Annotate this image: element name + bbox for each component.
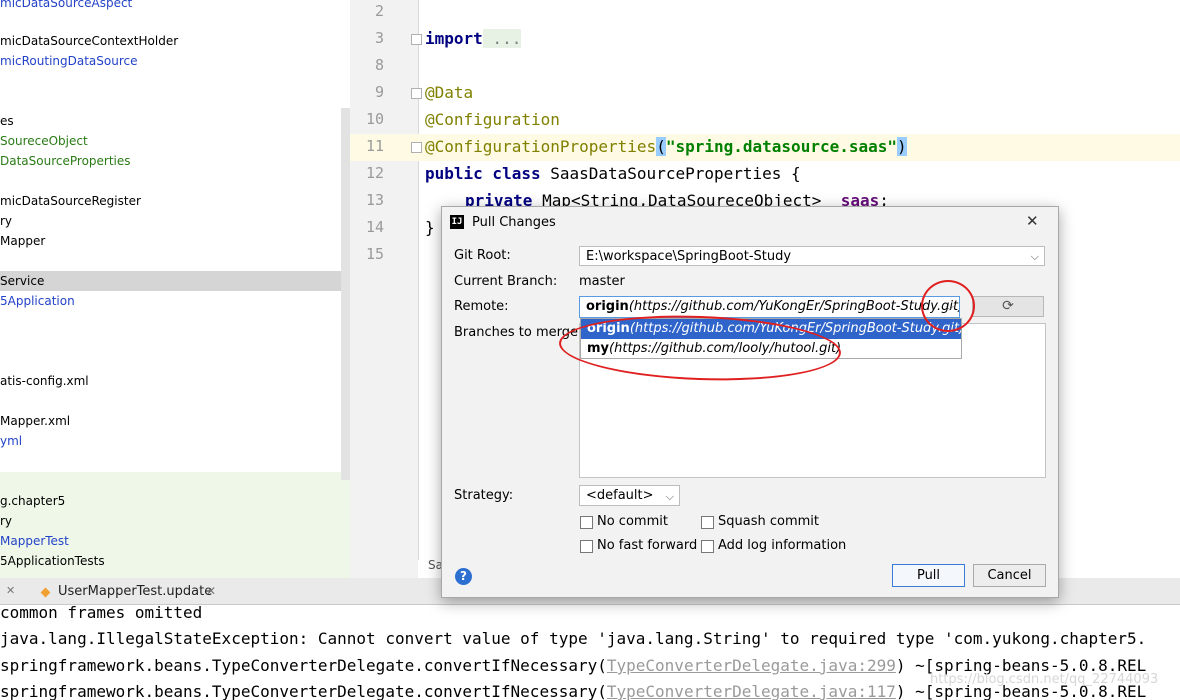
class-decl: SaasDataSourceProperties { bbox=[540, 164, 801, 183]
git-root-value: E:\workspace\SpringBoot-Study bbox=[586, 249, 792, 264]
line-number: 8 bbox=[374, 56, 384, 74]
current-branch-label: Current Branch: bbox=[454, 274, 558, 289]
line-number: 12 bbox=[365, 164, 384, 182]
tree-item[interactable]: yml bbox=[0, 431, 341, 451]
strategy-select[interactable]: <default> ⌵ bbox=[579, 485, 680, 506]
line-number: 3 bbox=[374, 29, 384, 47]
strategy-value: <default> bbox=[586, 488, 654, 503]
tree-item[interactable]: Mapper bbox=[0, 231, 341, 251]
line-number: 9 bbox=[374, 83, 384, 101]
squash-commit-label[interactable]: Squash commit bbox=[718, 514, 819, 529]
string-literal: "spring.datasource.saas" bbox=[665, 137, 898, 156]
keyword: public class bbox=[425, 164, 541, 183]
folded-imports[interactable]: ... bbox=[482, 29, 522, 48]
console-line: common frames omitted bbox=[0, 605, 203, 622]
pull-button[interactable]: Pull bbox=[892, 564, 965, 587]
no-fast-forward-checkbox[interactable] bbox=[580, 540, 593, 553]
tree-item-selected[interactable]: Service bbox=[0, 271, 341, 291]
code-line-annotation: @Data bbox=[425, 83, 474, 102]
git-root-select[interactable]: E:\workspace\SpringBoot-Study ⌵ bbox=[579, 246, 1045, 266]
remote-url: (https://github.com/YuKongEr/SpringBoot-… bbox=[628, 299, 960, 314]
help-icon[interactable]: ? bbox=[455, 568, 472, 585]
tree-item[interactable]: atis-config.xml bbox=[0, 371, 341, 391]
tree-item[interactable]: micRoutingDataSource bbox=[0, 51, 341, 71]
fold-icon[interactable] bbox=[411, 88, 422, 99]
dialog-title: Pull Changes bbox=[472, 215, 556, 230]
tree-item[interactable]: micDataSourceRegister bbox=[0, 191, 341, 211]
annotation: @ConfigurationProperties bbox=[425, 137, 657, 156]
tree-item[interactable]: Mapper.xml bbox=[0, 411, 341, 431]
code-line-import: import ... bbox=[425, 25, 522, 52]
code-line-closing: } bbox=[425, 218, 435, 237]
no-fast-forward-label[interactable]: No fast forward bbox=[597, 538, 697, 553]
project-tree: micDataSourceAspect micDataSourceContext… bbox=[0, 0, 350, 578]
line-number: 10 bbox=[365, 110, 384, 128]
tree-item[interactable]: MapperTest bbox=[0, 531, 341, 551]
squash-commit-checkbox[interactable] bbox=[701, 516, 714, 529]
no-commit-label[interactable]: No commit bbox=[597, 514, 668, 529]
console-line: java.lang.IllegalStateException: Cannot … bbox=[0, 629, 1147, 648]
line-number: 11 bbox=[365, 137, 384, 155]
pull-changes-dialog: IJ Pull Changes ✕ Git Root: E:\workspace… bbox=[441, 206, 1059, 598]
strategy-label: Strategy: bbox=[454, 488, 514, 503]
close-icon[interactable]: ✕ bbox=[6, 584, 15, 597]
code-line-annotation: @Configuration bbox=[425, 110, 560, 129]
paren: ( bbox=[656, 137, 666, 156]
line-number: 13 bbox=[365, 191, 384, 209]
tree-item[interactable]: 5Application bbox=[0, 291, 341, 311]
tree-item[interactable]: SoureceObject bbox=[0, 131, 341, 151]
tree-item[interactable]: ry bbox=[0, 511, 341, 531]
close-icon[interactable]: ✕ bbox=[1026, 212, 1039, 230]
refresh-button[interactable]: ⟳ bbox=[972, 296, 1044, 317]
close-icon[interactable]: ✕ bbox=[206, 584, 216, 598]
remote-name: origin bbox=[586, 299, 629, 314]
tree-item[interactable]: ry bbox=[0, 211, 341, 231]
source-link[interactable]: TypeConverterDelegate.java:117 bbox=[607, 682, 896, 700]
cancel-button[interactable]: Cancel bbox=[973, 564, 1046, 587]
source-link[interactable]: TypeConverterDelegate.java:299 bbox=[607, 656, 896, 675]
fold-icon[interactable] bbox=[411, 34, 422, 45]
chevron-down-icon: ⌵ bbox=[1030, 250, 1039, 263]
no-commit-checkbox[interactable] bbox=[580, 516, 593, 529]
tree-item[interactable]: micDataSourceAspect bbox=[0, 0, 341, 13]
console-text: springframework.beans.TypeConverterDeleg… bbox=[0, 682, 607, 700]
tab-run-config[interactable]: UserMapperTest.update bbox=[58, 584, 212, 599]
intellij-icon: IJ bbox=[450, 215, 464, 229]
keyword: import bbox=[425, 29, 483, 48]
fold-icon[interactable] bbox=[411, 142, 422, 153]
console-text: springframework.beans.TypeConverterDeleg… bbox=[0, 656, 607, 675]
chevron-down-icon: ⌵ bbox=[665, 490, 674, 503]
remote-label: Remote: bbox=[454, 299, 509, 314]
tree-item[interactable]: g.chapter5 bbox=[0, 491, 341, 511]
paren: ) bbox=[897, 137, 907, 156]
tree-item[interactable]: es bbox=[0, 111, 341, 131]
line-number: 14 bbox=[365, 218, 384, 236]
code-line-class: public class SaasDataSourceProperties { bbox=[425, 160, 801, 187]
tree-item[interactable]: micDataSourceContextHolder bbox=[0, 31, 341, 51]
annotation-circle bbox=[921, 280, 975, 332]
line-number: 2 bbox=[374, 2, 384, 20]
remote-select[interactable]: origin(https://github.com/YuKongEr/Sprin… bbox=[579, 296, 960, 318]
add-log-checkbox[interactable] bbox=[701, 540, 714, 553]
tree-item[interactable]: 5ApplicationTests bbox=[0, 551, 341, 571]
git-root-label: Git Root: bbox=[454, 248, 511, 263]
code-line-properties: @ConfigurationProperties("spring.datasou… bbox=[425, 133, 907, 160]
line-number: 15 bbox=[365, 245, 384, 263]
current-branch-value: master bbox=[579, 274, 625, 289]
refresh-icon: ⟳ bbox=[1002, 298, 1014, 314]
tree-scrollbar[interactable] bbox=[341, 108, 350, 480]
watermark: https://blog.csdn.net/qq_22744093 bbox=[930, 672, 1159, 687]
tree-item[interactable]: DataSourceProperties bbox=[0, 151, 341, 171]
add-log-label[interactable]: Add log information bbox=[718, 538, 846, 553]
